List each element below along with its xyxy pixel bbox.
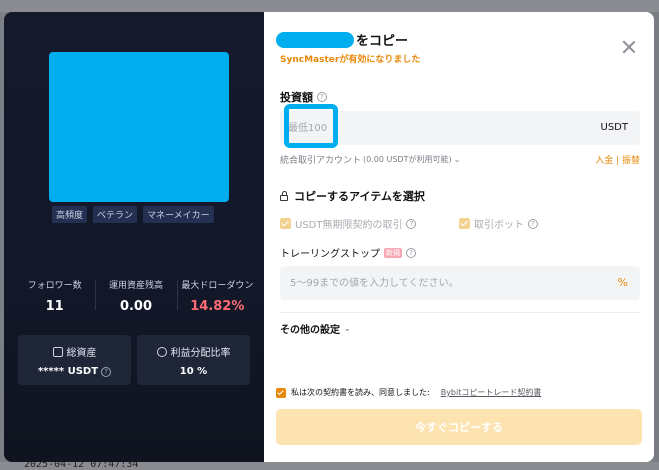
item-label: USDT無期限契約の取引 bbox=[295, 220, 403, 231]
account-available: (0.00 USDTが利用可能) bbox=[363, 155, 452, 164]
wallet-icon bbox=[52, 346, 63, 357]
trailing-stop-text: トレーリングストップ bbox=[280, 249, 380, 260]
percent-unit: % bbox=[617, 276, 628, 289]
help-icon[interactable]: ? bbox=[406, 218, 417, 229]
trailing-stop-input[interactable] bbox=[290, 274, 590, 292]
help-icon[interactable]: ? bbox=[406, 247, 416, 258]
amount-label-text: 投資額 bbox=[280, 91, 313, 104]
page-backdrop bbox=[0, 0, 659, 12]
close-icon[interactable] bbox=[622, 40, 636, 54]
more-settings-label: その他の設定 bbox=[280, 325, 340, 336]
stat-value: 14.82% bbox=[190, 299, 245, 314]
trailing-stop-label: トレーリングストップ 新規 ? bbox=[280, 245, 416, 260]
stat-value: 0.00 bbox=[119, 299, 153, 314]
trader-name-redacted bbox=[276, 31, 354, 48]
item-perpetual-contracts[interactable]: USDT無期限契約の取引 ? bbox=[280, 216, 417, 231]
trader-avatar bbox=[49, 52, 229, 202]
chevron-down-icon: ⌄ bbox=[344, 324, 351, 333]
more-settings-toggle[interactable]: その他の設定 ⌄ bbox=[280, 321, 351, 336]
total-assets-card: 総資産 ***** USDT ? bbox=[18, 335, 131, 385]
stat-followers: フォロワー数 11 bbox=[14, 278, 95, 314]
amount-label: 投資額 ? bbox=[280, 89, 327, 105]
trader-profile-panel: 高頻度 ベテラン マネーメイカー フォロワー数 11 運用資産残高 0.00 最… bbox=[4, 12, 264, 462]
copy-trade-dialog: をコピー SyncMasterが有効になりました 投資額 ? USDT 統合取引… bbox=[264, 12, 654, 462]
stat-label: 運用資産残高 bbox=[108, 281, 163, 291]
card-label: 総資産 bbox=[66, 348, 97, 359]
agreement-link[interactable]: Bybitコピートレード契約書 bbox=[441, 387, 542, 398]
trader-tag: マネーメイカー bbox=[143, 206, 214, 223]
divider bbox=[280, 312, 640, 313]
checkbox-checked[interactable] bbox=[280, 218, 291, 229]
trader-tags: 高頻度 ベテラン マネーメイカー bbox=[52, 206, 214, 223]
trader-tag: 高頻度 bbox=[52, 206, 88, 223]
page-backdrop-edge bbox=[654, 12, 659, 470]
account-label: 統合取引アカウント bbox=[280, 156, 362, 166]
item-label: 取引ボット bbox=[474, 220, 524, 231]
new-badge: 新規 bbox=[384, 247, 402, 258]
trailing-stop-field[interactable]: % bbox=[280, 266, 640, 300]
copy-now-button[interactable]: 今すぐコピーする bbox=[276, 409, 642, 445]
checkbox-checked[interactable] bbox=[459, 218, 470, 229]
amount-field[interactable]: USDT bbox=[280, 111, 640, 145]
card-label: 利益分配比率 bbox=[170, 348, 231, 359]
stat-label: フォロワー数 bbox=[27, 281, 82, 291]
card-value: ***** USDT bbox=[37, 366, 99, 377]
deposit-transfer-link[interactable]: 入金 | 振替 bbox=[595, 153, 640, 166]
help-icon[interactable]: ? bbox=[528, 218, 538, 229]
chevron-down-icon: ⌄ bbox=[453, 155, 461, 164]
syncmaster-status: SyncMasterが有効になりました bbox=[280, 55, 421, 65]
trader-tag: ベテラン bbox=[93, 206, 138, 223]
account-selector[interactable]: 統合取引アカウント (0.00 USDTが利用可能) ⌄ bbox=[280, 153, 460, 166]
pie-chart-icon bbox=[156, 346, 167, 357]
agreement-row: 私は次の契約書を読み、同意しました: Bybitコピートレード契約書 bbox=[276, 387, 541, 398]
item-trading-bot[interactable]: 取引ボット ? bbox=[459, 216, 538, 231]
agreement-text: 私は次の契約書を読み、同意しました: bbox=[291, 388, 430, 397]
copy-items-label: コピーするアイテムを選択 bbox=[294, 190, 425, 203]
help-icon[interactable]: ? bbox=[317, 92, 327, 102]
help-icon[interactable]: ? bbox=[101, 366, 112, 377]
stat-max-drawdown: 最大ドローダウン 14.82% bbox=[176, 278, 258, 314]
stat-value: 11 bbox=[45, 299, 64, 314]
amount-input[interactable] bbox=[288, 118, 336, 138]
copy-items-heading: コピーするアイテムを選択 bbox=[280, 188, 425, 204]
lock-icon bbox=[280, 190, 288, 201]
card-value: 10 % bbox=[179, 366, 208, 377]
profit-share-card: 利益分配比率 10 % bbox=[137, 335, 250, 385]
trader-stats: フォロワー数 11 運用資産残高 0.00 最大ドローダウン 14.82% bbox=[14, 278, 258, 314]
agreement-checkbox[interactable] bbox=[276, 387, 286, 398]
dialog-title-text: をコピー bbox=[356, 34, 409, 49]
dialog-title: をコピー bbox=[276, 30, 408, 49]
stat-aum: 運用資産残高 0.00 bbox=[95, 278, 176, 314]
stat-label: 最大ドローダウン bbox=[181, 281, 254, 291]
amount-unit: USDT bbox=[600, 122, 628, 133]
